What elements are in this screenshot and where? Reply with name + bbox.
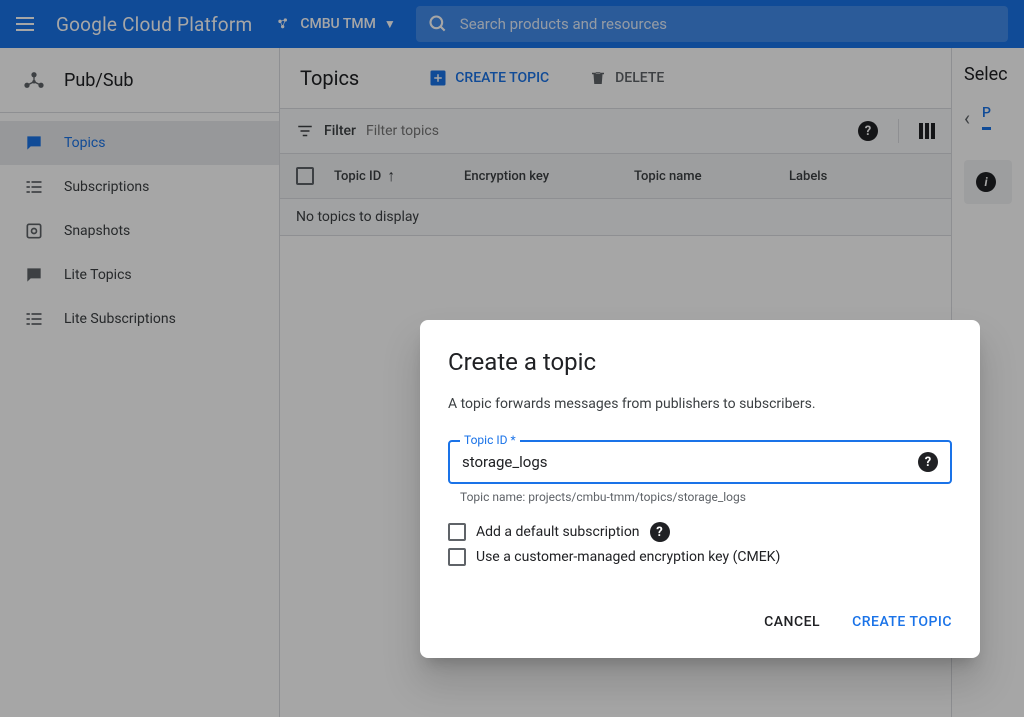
topic-id-field[interactable]: Topic ID * ? xyxy=(448,440,952,484)
checkbox[interactable] xyxy=(448,523,466,541)
create-topic-confirm-button[interactable]: CREATE TOPIC xyxy=(852,614,952,630)
helper-text: Topic name: projects/cmbu-tmm/topics/sto… xyxy=(460,490,952,504)
modal-overlay: Create a topic A topic forwards messages… xyxy=(0,0,1024,717)
dialog-title: Create a topic xyxy=(448,348,952,376)
field-label: Topic ID * xyxy=(460,433,520,447)
topic-id-input[interactable] xyxy=(462,453,918,471)
cmek-checkbox-row[interactable]: Use a customer-managed encryption key (C… xyxy=(448,548,952,566)
help-icon[interactable]: ? xyxy=(918,452,938,472)
help-icon[interactable]: ? xyxy=(650,522,670,542)
create-topic-dialog: Create a topic A topic forwards messages… xyxy=(420,320,980,658)
cancel-button[interactable]: CANCEL xyxy=(764,614,820,630)
dialog-description: A topic forwards messages from publisher… xyxy=(448,396,952,412)
checkbox[interactable] xyxy=(448,548,466,566)
default-subscription-checkbox-row[interactable]: Add a default subscription ? xyxy=(448,522,952,542)
